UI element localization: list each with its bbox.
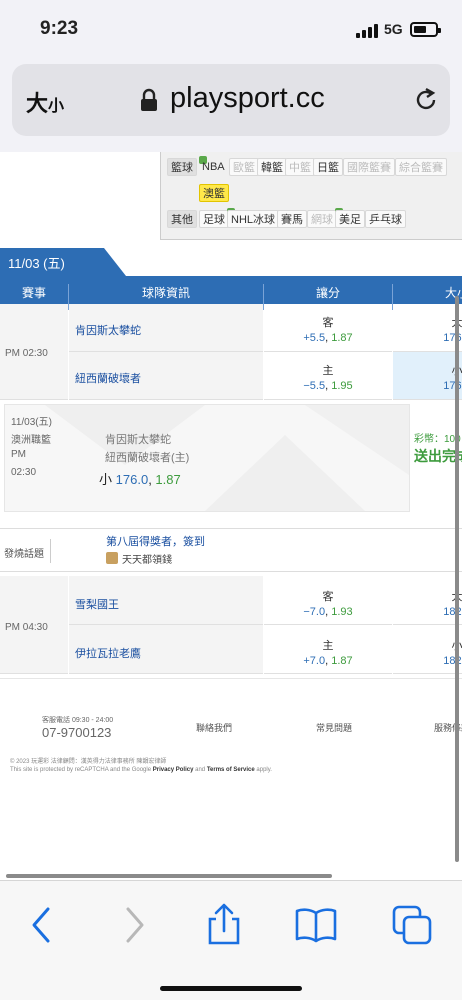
tabs-icon[interactable] <box>390 903 434 947</box>
nav-nhl[interactable]: NHL冰球 <box>227 210 280 228</box>
handicap-cell[interactable]: 客 −7.0, 1.93 <box>264 576 392 625</box>
team-cell: 紐西蘭破壞者 <box>69 352 263 400</box>
handicap-cell[interactable]: 主 −5.5, 1.95 <box>264 352 392 400</box>
ticket-team1: 肯因斯太攀蛇 <box>105 434 171 446</box>
lottery-coins: 彩幣：100 <box>414 434 461 445</box>
team-cell: 雪梨國王 <box>69 576 263 625</box>
lock-icon <box>141 88 157 111</box>
over-under-cell[interactable]: 大176.0 <box>393 304 462 352</box>
ticket-team2: 紐西蘭破壞者(主) <box>105 452 190 464</box>
game-time-cell: PM 04:30 <box>0 576 68 674</box>
nav-euro-basketball[interactable]: 歐籃 <box>229 158 259 176</box>
share-icon[interactable] <box>202 903 246 947</box>
team-name[interactable]: 伊拉瓦拉老鷹 <box>75 645 141 661</box>
hot-topic-label: 發燒話題 <box>4 549 44 560</box>
team-name[interactable]: 肯因斯太攀蛇 <box>75 322 141 338</box>
nav-korea-basketball[interactable]: 韓籃 <box>257 158 287 176</box>
hot-topic-sub[interactable]: 天天都領錢 <box>122 551 172 566</box>
network-label: 5G <box>384 21 403 37</box>
team-cell: 伊拉瓦拉老鷹 <box>69 625 263 674</box>
cellular-signal-icon <box>356 24 378 38</box>
team-name[interactable]: 紐西蘭破壞者 <box>75 370 141 386</box>
handicap-cell[interactable]: 主 +7.0, 1.87 <box>264 625 392 674</box>
nav-category-basketball: 籃球 <box>167 158 197 176</box>
ticket-date: 11/03(五) <box>11 417 52 428</box>
address-bar[interactable]: 大小 playsport.cc <box>12 64 450 136</box>
privacy-policy-link[interactable]: Privacy Policy <box>153 767 194 773</box>
nav-american-football[interactable]: 美足 <box>335 210 365 228</box>
nav-soccer[interactable]: 足球 <box>199 210 229 228</box>
header-teams: 球隊資訊 <box>141 286 190 300</box>
url-text[interactable]: playsport.cc <box>170 82 325 115</box>
back-icon[interactable] <box>20 903 64 947</box>
team-name[interactable]: 雪梨國王 <box>75 596 119 612</box>
nav-horse-racing[interactable]: 賽馬 <box>277 210 307 228</box>
footer: 客服電話 09:30 - 24:00 07-9700123 聯絡我們 常見問題 … <box>0 678 462 878</box>
handicap-cell[interactable]: 客 +5.5, 1.87 <box>264 304 392 352</box>
over-under-cell[interactable]: 大182.0 <box>393 576 462 625</box>
reload-icon[interactable] <box>412 86 440 114</box>
ticket-league: 澳洲職籃 <box>11 435 51 446</box>
text-size-button[interactable]: 大小 <box>26 86 64 118</box>
nav-china-basketball[interactable]: 中籃 <box>285 158 315 176</box>
nav-japan-basketball[interactable]: 日籃 <box>313 158 343 176</box>
ticket-background-pattern <box>45 405 409 511</box>
clock: 9:23 <box>40 18 79 39</box>
over-under-cell[interactable]: 小182.0 <box>393 625 462 674</box>
date-tab[interactable]: 11/03 (五) <box>0 248 126 276</box>
header-event: 賽事 <box>21 286 46 300</box>
hot-topic-row: 發燒話題 第八屆得獎者，簽到 天天都領錢 <box>0 528 462 572</box>
forward-icon[interactable] <box>112 903 156 947</box>
table-header: 賽事 球隊資訊 讓分 大小 <box>0 278 462 310</box>
bet-ticket: 11/03(五) 澳洲職籃 PM 02:30 肯因斯太攀蛇 紐西蘭破壞者(主) … <box>4 404 410 512</box>
nav-intl-basketball[interactable]: 國際籃賽 <box>343 158 395 176</box>
nav-table-tennis[interactable]: 乒乓球 <box>365 210 406 228</box>
nav-australia-basketball[interactable]: 澳籃 <box>199 184 229 202</box>
nav-tennis[interactable]: 網球 <box>307 210 337 228</box>
nav-category-other: 其他 <box>167 210 197 228</box>
footer-contact-link[interactable]: 聯絡我們 <box>196 721 232 734</box>
nav-mixed-basketball[interactable]: 綜合籃賽 <box>395 158 447 176</box>
ticket-ampm: PM <box>11 449 26 460</box>
bookmarks-icon[interactable] <box>294 903 338 947</box>
nav-nba[interactable]: NBA <box>199 158 228 176</box>
horizontal-scrollbar[interactable] <box>6 874 332 878</box>
ticket-time: 02:30 <box>11 467 37 478</box>
footer-faq-link[interactable]: 常見問題 <box>316 721 352 734</box>
ticket-pick: 小 176.0, 1.87 <box>99 472 181 487</box>
browser-toolbar <box>0 880 462 1000</box>
home-indicator <box>160 986 302 991</box>
date-label: 11/03 (五) <box>8 256 65 271</box>
service-hours: 客服電話 09:30 - 24:00 <box>42 717 114 724</box>
recaptcha-notice: This site is protected by reCAPTCHA and … <box>10 767 272 773</box>
hot-topic-link[interactable]: 第八屆得獎者，簽到 <box>106 533 205 549</box>
copyright: © 2023 玩運彩 法律顧問：漢英得力法律事務所 陳韻宏律師 <box>10 759 167 765</box>
status-bar: 9:23 5G <box>0 0 462 56</box>
service-phone[interactable]: 07-9700123 <box>42 725 111 740</box>
sport-nav: 籃球 NBA 歐籃 韓籃 中籃 日籃 國際籃賽 綜合籃賽 澳籃 其他 足球 NH… <box>160 152 462 240</box>
web-page: 籃球 NBA 歐籃 韓籃 中籃 日籃 國際籃賽 綜合籃賽 澳籃 其他 足球 NH… <box>0 152 462 880</box>
header-handicap: 讓分 <box>315 286 340 300</box>
battery-icon <box>410 22 441 37</box>
over-under-cell-selected[interactable]: 小176.0 <box>393 352 462 400</box>
terms-of-service-link[interactable]: Terms of Service <box>207 767 255 773</box>
team-cell: 肯因斯太攀蛇 <box>69 304 263 352</box>
browser-address-area: 大小 playsport.cc <box>0 56 462 152</box>
coin-bag-icon <box>106 552 118 564</box>
game-time-cell: PM 02:30 <box>0 304 68 400</box>
vertical-scrollbar[interactable] <box>455 296 459 862</box>
header-over-under: 大小 <box>444 286 462 300</box>
